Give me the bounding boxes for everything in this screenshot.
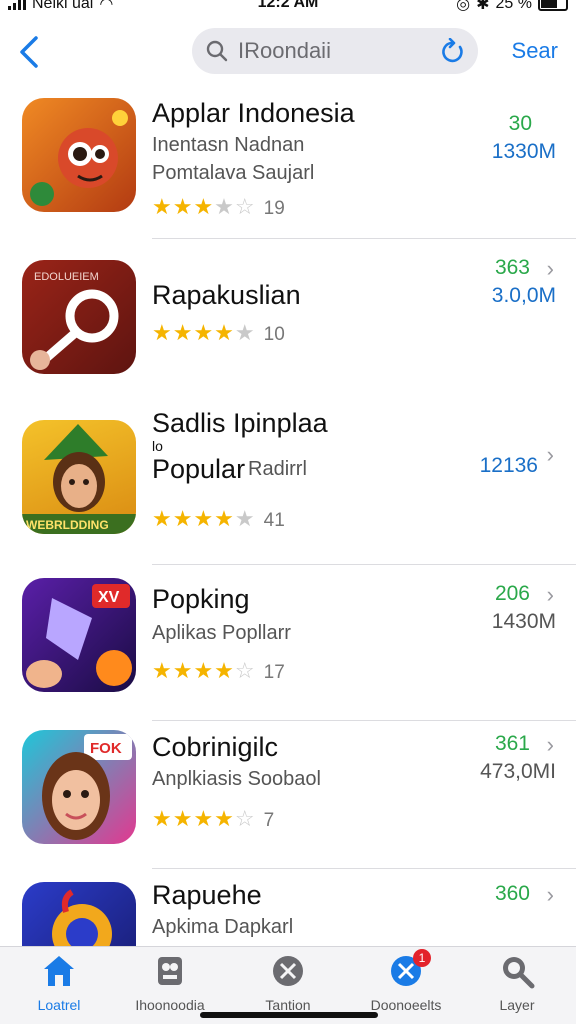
chevron-right-icon[interactable]: › xyxy=(547,442,554,468)
home-indicator[interactable] xyxy=(200,1012,378,1018)
tab-label: Loatrel xyxy=(37,997,81,1013)
back-button[interactable] xyxy=(14,32,50,72)
app-title: Popking xyxy=(152,584,250,614)
alarm-icon: ◎ xyxy=(456,0,471,13)
tab-games[interactable]: Ihoonoodia xyxy=(115,953,225,1019)
app-subtitle: Aplikas Popllarr xyxy=(152,622,291,644)
rating-count: 17 xyxy=(263,662,285,683)
rating-count: 7 xyxy=(263,810,275,831)
rating-count: 41 xyxy=(263,510,285,531)
magnifier-icon: EDOLUEIEM xyxy=(30,271,119,370)
app-icon: EDOLUEIEM xyxy=(22,260,136,374)
rating-count: 19 xyxy=(263,198,285,219)
star-rating: ★★★★★ 41 xyxy=(152,506,285,532)
app-metric-bottom: 1330M xyxy=(491,140,556,163)
stars: ★★★★☆ xyxy=(152,194,256,219)
app-metric-bottom: 3.0,0M xyxy=(491,284,556,307)
app-metric-top: 30 xyxy=(508,112,532,135)
chevron-right-icon[interactable]: › xyxy=(547,256,554,282)
app-title: Applar Indonesia xyxy=(152,98,355,128)
tab-label: Doonoeelts xyxy=(370,997,442,1013)
tab-bar: Loatrel Ihoonoodia Tantion 1 Doonoeelts xyxy=(0,946,576,1024)
star-rating: ★★★★★ 10 xyxy=(152,320,285,346)
search-input[interactable] xyxy=(238,36,418,66)
app-icon-badge: FOK xyxy=(90,740,122,757)
app-metric-top: 363 xyxy=(494,256,530,279)
battery-percent: 25 % xyxy=(495,0,532,12)
app-subtitle-2: Popular xyxy=(152,454,246,484)
tab-updates[interactable]: 1 Doonoeelts xyxy=(351,949,461,1019)
app-subtitle-3: Radirrl xyxy=(248,458,307,480)
tab-label: Layer xyxy=(499,997,535,1013)
app-subtitle: Apkima Dapkarl xyxy=(152,916,294,938)
divider xyxy=(152,868,576,869)
app-title: Sadlis Ipinplaa xyxy=(152,408,328,438)
star-rating: ★★★★☆ 19 xyxy=(152,194,285,220)
refresh-icon[interactable] xyxy=(440,38,466,64)
app-metric-bottom: 1430M xyxy=(491,610,556,633)
search-icon xyxy=(503,957,535,989)
app-subtitle: Anplkiasis Soobaol xyxy=(152,768,321,790)
character-icon: WEBRLDDING xyxy=(22,424,136,534)
battery-icon xyxy=(538,0,568,11)
app-icon-art xyxy=(30,110,128,206)
svg-text:EDOLUEIEM: EDOLUEIEM xyxy=(34,271,99,283)
app-icon: WEBRLDDING xyxy=(22,420,136,534)
search-row: Sear xyxy=(0,26,576,78)
apps-icon xyxy=(273,956,303,986)
avatar-icon: FOK xyxy=(42,734,132,840)
app-metric-top: 361 xyxy=(494,732,530,755)
tab-search[interactable]: Layer xyxy=(462,953,572,1019)
search-button[interactable]: Sear xyxy=(512,38,558,64)
app-icon xyxy=(22,98,136,212)
tab-label: Ihoonoodia xyxy=(135,997,205,1013)
notification-badge: 1 xyxy=(413,949,431,967)
tab-label: Tantion xyxy=(265,997,311,1013)
app-metric-bottom: 473,0MI xyxy=(480,760,556,783)
app-subtitle: Inentasn Nadnan xyxy=(152,134,305,156)
chevron-right-icon[interactable]: › xyxy=(547,882,554,908)
stars: ★★★★★ xyxy=(152,320,256,345)
list-item[interactable]: Applar Indonesia Inentasn Nadnan Pomtala… xyxy=(0,92,576,242)
status-right: ◎ ✱ 25 % xyxy=(456,0,568,14)
chevron-right-icon[interactable]: › xyxy=(547,582,554,608)
app-title: Rapuehe xyxy=(152,880,262,910)
app-subtitle-2: Pomtalava Saujarl xyxy=(152,162,315,184)
tab-apps[interactable]: Tantion xyxy=(233,953,343,1019)
app-icon: XV xyxy=(22,578,136,692)
list-item[interactable]: XV Popking Aplikas Popllarr ★★★★☆ 17 206 … xyxy=(0,578,576,724)
divider xyxy=(152,238,576,239)
app-title: Cobrinigilc xyxy=(152,732,279,762)
chevron-left-icon xyxy=(20,36,38,68)
list-item[interactable]: WEBRLDDING Sadlis Ipinplaa lo Popular Ra… xyxy=(0,408,576,568)
app-icon-badge: XV xyxy=(98,589,120,606)
search-field[interactable] xyxy=(192,28,478,74)
game-art-icon: XV xyxy=(26,584,132,688)
status-bar: Neikl ual ◠ 12:2 AM ◎ ✱ 25 % xyxy=(0,0,576,14)
games-icon xyxy=(158,957,182,985)
app-title: Rapakuslian xyxy=(152,280,301,310)
rating-count: 10 xyxy=(263,324,285,345)
bluetooth-icon: ✱ xyxy=(476,0,490,13)
app-metric-top: 360 xyxy=(494,882,530,905)
app-icon: FOK xyxy=(22,730,136,844)
stars: ★★★★★ xyxy=(152,506,256,531)
chevron-right-icon[interactable]: › xyxy=(547,732,554,758)
list-item[interactable]: FOK Cobrinigilc Anplkiasis Soobaol ★★★★☆… xyxy=(0,730,576,880)
stars: ★★★★☆ xyxy=(152,806,256,831)
star-rating: ★★★★☆ 17 xyxy=(152,658,285,684)
search-icon xyxy=(206,40,228,62)
tab-home[interactable]: Loatrel xyxy=(4,953,114,1019)
app-subtitle: lo xyxy=(152,438,163,454)
svg-text:WEBRLDDING: WEBRLDDING xyxy=(26,518,109,532)
app-metric-bottom: 12136 xyxy=(479,454,538,477)
divider xyxy=(152,720,576,721)
home-icon xyxy=(44,956,74,986)
app-metric-top: 206 xyxy=(494,582,530,605)
list-item[interactable]: EDOLUEIEM Rapakuslian ★★★★★ 10 363 › 3.0,… xyxy=(0,252,576,402)
star-rating: ★★★★☆ 7 xyxy=(152,806,274,832)
divider xyxy=(152,564,576,565)
stars: ★★★★☆ xyxy=(152,658,256,683)
